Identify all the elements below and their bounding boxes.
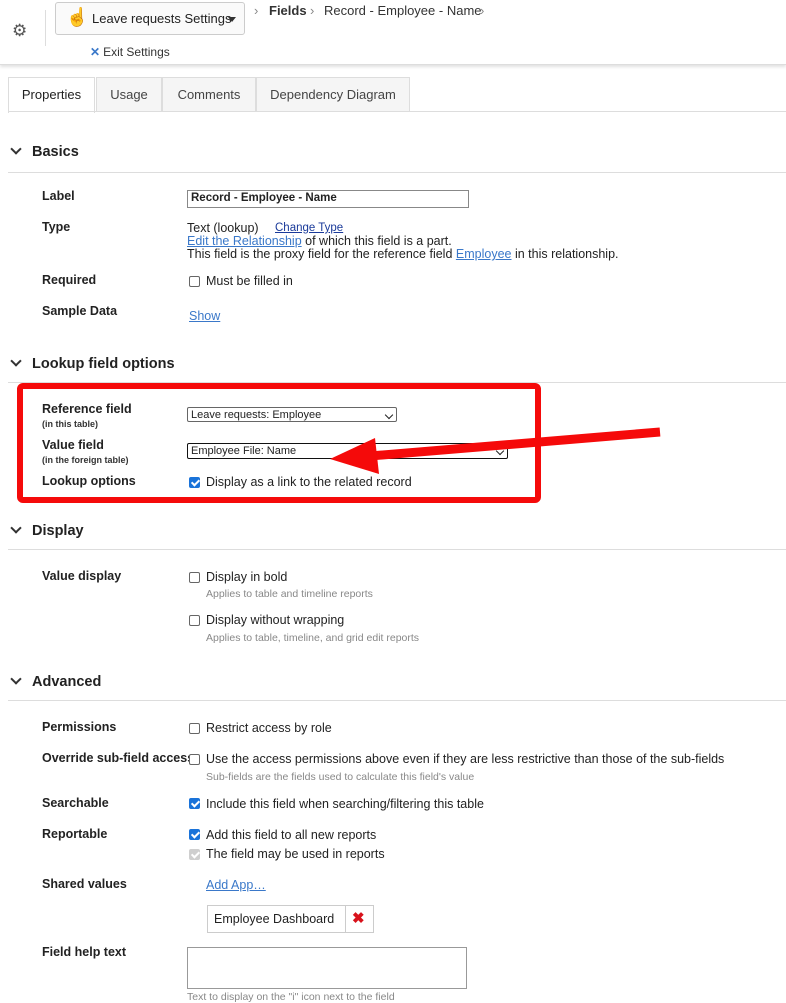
chevron-down-icon <box>10 522 22 534</box>
proxy-prefix: This field is the proxy field for the re… <box>187 247 453 261</box>
required-field-label: Required <box>42 273 97 287</box>
label-field-label: Label <box>42 189 75 203</box>
app-settings-label: Leave requests Settings <box>92 11 232 26</box>
proxy-line: This field is the proxy field for the re… <box>187 247 619 261</box>
chevron-right-icon: › <box>254 3 259 18</box>
display-nowrap-hint: Applies to table, timeline, and grid edi… <box>206 632 420 644</box>
gear-icon[interactable]: ⚙ <box>12 22 30 40</box>
employee-field-link[interactable]: Employee <box>456 247 512 261</box>
field-help-textarea[interactable] <box>187 947 467 989</box>
reportable-label: Reportable <box>42 827 108 841</box>
show-sample-link[interactable]: Show <box>189 309 220 323</box>
searchable-text: Include this field when searching/filter… <box>206 797 484 811</box>
annotation-arrow-icon <box>330 427 661 474</box>
tab-usage[interactable]: Usage <box>96 77 162 112</box>
restrict-access-checkbox[interactable] <box>189 723 200 734</box>
field-help-hint: Text to display on the "i" icon next to … <box>187 991 395 1003</box>
display-bold-hint: Applies to table and timeline reports <box>206 588 373 600</box>
section-advanced-toggle[interactable]: Advanced <box>8 673 102 690</box>
field-help-text-label: Field help text <box>42 945 127 959</box>
display-nowrap-checkbox[interactable] <box>189 615 200 626</box>
close-icon: ✕ <box>90 45 101 59</box>
section-title: Basics <box>32 144 79 160</box>
value-display-label: Value display <box>42 569 122 583</box>
breadcrumb-fields[interactable]: Fields <box>269 3 307 18</box>
shared-app-chip: Employee Dashboard ✖ <box>207 905 374 933</box>
display-nowrap-text: Display without wrapping <box>206 613 345 627</box>
override-subfield-label: Override sub-field access <box>42 751 195 765</box>
add-to-reports-text: Add this field to all new reports <box>206 828 377 842</box>
section-divider <box>8 700 786 701</box>
breadcrumb-field-name: Record - Employee - Name <box>324 3 482 18</box>
chevron-down-icon <box>10 143 22 155</box>
sample-data-label: Sample Data <box>42 304 118 318</box>
tab-comments[interactable]: Comments <box>162 77 256 112</box>
override-subfield-text: Use the access permissions above even if… <box>206 752 725 766</box>
tab-properties[interactable]: Properties <box>8 77 95 113</box>
section-title: Lookup field options <box>32 356 175 372</box>
display-bold-checkbox[interactable] <box>189 572 200 583</box>
searchable-label: Searchable <box>42 796 109 810</box>
change-type-link[interactable]: Change Type <box>275 222 343 234</box>
override-subfield-hint: Sub-fields are the fields used to calcul… <box>206 771 475 783</box>
override-subfield-checkbox[interactable] <box>189 754 200 765</box>
exit-settings-link[interactable]: ✕ Exit Settings <box>90 45 170 59</box>
pointer-gear-icon: ☝ <box>66 7 89 27</box>
section-lookup-toggle[interactable]: Lookup field options <box>8 355 175 372</box>
divider <box>45 10 46 46</box>
section-display-toggle[interactable]: Display <box>8 522 84 539</box>
app-settings-dropdown[interactable]: ☝ Leave requests Settings <box>55 2 245 35</box>
section-divider <box>8 549 786 550</box>
chevron-down-icon <box>10 355 22 367</box>
shared-values-label: Shared values <box>42 877 127 891</box>
chevron-right-icon: › <box>310 3 315 18</box>
remove-icon[interactable]: ✖ <box>352 909 365 927</box>
relationship-line: Edit the Relationship of which this fiel… <box>187 234 452 248</box>
required-text: Must be filled in <box>206 274 293 288</box>
label-input[interactable]: Record - Employee - Name <box>187 190 469 208</box>
section-divider <box>8 172 786 173</box>
section-basics-toggle[interactable]: Basics <box>8 143 79 160</box>
restrict-access-text: Restrict access by role <box>206 721 332 735</box>
shared-app-name: Employee Dashboard <box>214 912 335 926</box>
chevron-down-icon <box>10 673 22 685</box>
searchable-checkbox[interactable] <box>189 798 200 809</box>
permissions-label: Permissions <box>42 720 117 734</box>
relationship-suffix: of which this field is a part. <box>305 234 452 248</box>
display-bold-text: Display in bold <box>206 570 288 584</box>
exit-settings-label: Exit Settings <box>103 45 170 59</box>
required-checkbox[interactable] <box>189 276 200 287</box>
proxy-suffix: in this relationship. <box>514 247 619 261</box>
section-title: Advanced <box>32 674 102 690</box>
add-app-link[interactable]: Add App… <box>206 878 266 892</box>
type-value: Text (lookup) <box>187 221 259 235</box>
chevron-right-icon: › <box>480 3 485 18</box>
add-to-reports-checkbox[interactable] <box>189 829 200 840</box>
caret-down-icon <box>228 17 236 22</box>
tab-divider <box>8 111 786 112</box>
used-in-reports-checkbox <box>189 849 200 860</box>
edit-relationship-link[interactable]: Edit the Relationship <box>187 234 302 248</box>
tab-dependency-diagram[interactable]: Dependency Diagram <box>256 77 410 112</box>
divider <box>345 906 346 932</box>
used-in-reports-text: The field may be used in reports <box>206 847 385 861</box>
type-field-label: Type <box>42 220 71 234</box>
section-title: Display <box>32 523 84 539</box>
